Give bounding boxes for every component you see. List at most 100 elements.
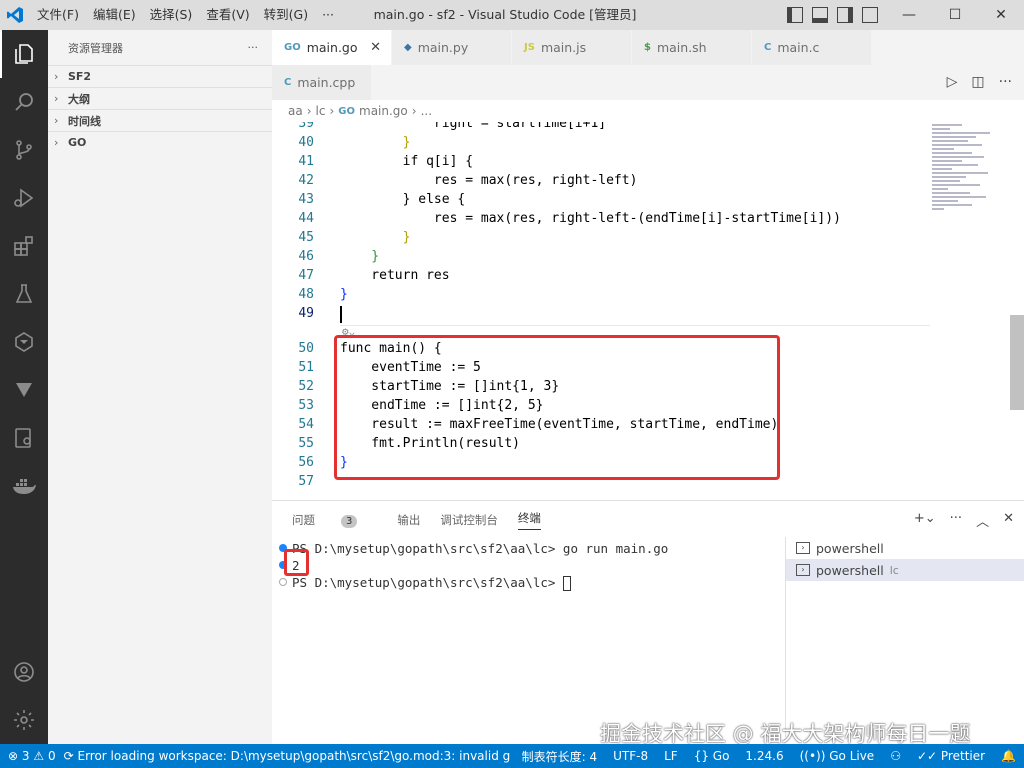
tab-output[interactable]: 输出 bbox=[397, 512, 420, 528]
menu-selection[interactable]: 选择(S) bbox=[143, 0, 200, 30]
section-label: 大纲 bbox=[68, 92, 90, 106]
encoding-status[interactable]: UTF-8 bbox=[613, 749, 648, 763]
extensions-icon[interactable] bbox=[0, 222, 48, 270]
terminal-name: powershell bbox=[816, 540, 884, 556]
minimap[interactable] bbox=[932, 122, 1012, 242]
settings-gear-icon[interactable] bbox=[0, 696, 48, 744]
code-line: res = max(res, right-left-(endTime[i]-st… bbox=[340, 211, 841, 226]
maximize-icon[interactable]: ☐ bbox=[932, 0, 978, 30]
panel-actions: +⌄ ··· ︿ ✕ bbox=[914, 511, 1014, 530]
tab-main-js[interactable]: JS main.js bbox=[512, 30, 632, 65]
terminal-list: › powershell › powershell lc bbox=[785, 537, 1024, 737]
status-bar: ⊗ 3 ⚠ 0 ⟳ Error loading workspace: D:\my… bbox=[0, 744, 1024, 768]
tab-label: main.cpp bbox=[297, 75, 356, 90]
toggle-primary-sidebar-icon[interactable] bbox=[787, 7, 803, 23]
docker-icon[interactable] bbox=[0, 462, 48, 510]
more-actions-icon[interactable]: ··· bbox=[950, 511, 962, 530]
status-bar-right: 制表符长度: 4 UTF-8 LF {} Go 1.24.6 ((•)) Go … bbox=[506, 744, 1024, 768]
tab-label: main.js bbox=[540, 40, 587, 55]
section-label: GO bbox=[68, 136, 87, 149]
problems-status[interactable]: ⊗ 3 ⚠ 0 bbox=[8, 749, 56, 763]
tab-main-c[interactable]: Cmain.c bbox=[752, 30, 872, 65]
broadcast-icon: ((•)) bbox=[799, 749, 826, 763]
breadcrumb: aa › lc › GO main.go › ... bbox=[272, 100, 1024, 122]
tab-main-sh[interactable]: $ main.sh bbox=[632, 30, 752, 65]
go-version-status[interactable]: 1.24.6 bbox=[745, 749, 783, 763]
tab-bar-row-2: Cmain.cpp ▷ ◫ ··· bbox=[272, 65, 1024, 100]
chevron-right-icon: › bbox=[54, 92, 59, 105]
language-status[interactable]: {} Go bbox=[694, 749, 730, 763]
toggle-secondary-sidebar-icon[interactable] bbox=[837, 7, 853, 23]
menu-edit[interactable]: 编辑(E) bbox=[86, 0, 143, 30]
tab-debug-console[interactable]: 调试控制台 bbox=[440, 512, 498, 528]
minimize-icon[interactable]: — bbox=[886, 0, 932, 30]
copilot-icon[interactable]: ⚇ bbox=[890, 749, 901, 763]
run-debug-icon[interactable] bbox=[0, 174, 48, 222]
section-outline[interactable]: › 大纲 bbox=[48, 87, 272, 109]
bottom-panel: 问题 3 输出 调试控制台 终端 +⌄ ··· ︿ ✕ PS D:\mysetup… bbox=[272, 500, 1024, 744]
notifications-bell-icon[interactable]: 🔔 bbox=[1001, 749, 1016, 763]
explorer-icon[interactable] bbox=[0, 30, 48, 78]
account-icon[interactable] bbox=[0, 648, 48, 696]
prettier-label: Prettier bbox=[940, 749, 986, 763]
maximize-panel-icon[interactable]: ︿ bbox=[976, 511, 989, 530]
section-go[interactable]: › GO bbox=[48, 131, 272, 153]
split-editor-icon[interactable]: ◫ bbox=[971, 74, 984, 90]
tab-main-py[interactable]: ◆ main.py bbox=[392, 30, 512, 65]
breadcrumb-item[interactable]: main.go bbox=[359, 104, 408, 118]
more-actions-icon[interactable]: ··· bbox=[999, 74, 1012, 90]
more-actions-icon[interactable]: ··· bbox=[248, 41, 259, 54]
gitlens-icon[interactable] bbox=[0, 366, 48, 414]
prettier-status[interactable]: ✓✓ Prettier bbox=[917, 749, 985, 763]
c-file-icon: C bbox=[764, 42, 772, 53]
eol-status[interactable]: LF bbox=[664, 749, 678, 763]
terminal-icon: › bbox=[796, 564, 810, 576]
chevron-right-icon: › bbox=[54, 114, 59, 127]
line-number: 47 bbox=[298, 268, 314, 283]
panel-tabs: 问题 3 输出 调试控制台 终端 bbox=[272, 501, 1024, 539]
terminal-instance[interactable]: › powershell bbox=[786, 537, 1024, 559]
close-window-icon[interactable]: ✕ bbox=[978, 0, 1024, 30]
line-number: 39 bbox=[298, 122, 314, 131]
terminal-instance[interactable]: › powershell lc bbox=[786, 559, 1024, 581]
tab-problems[interactable]: 问题 3 bbox=[292, 512, 377, 528]
remote-explorer-icon[interactable] bbox=[0, 318, 48, 366]
tab-main-go[interactable]: GO main.go ✕ bbox=[272, 30, 392, 65]
new-terminal-icon[interactable]: +⌄ bbox=[914, 511, 936, 530]
vscode-logo-icon bbox=[0, 0, 30, 30]
tab-main-cpp[interactable]: Cmain.cpp bbox=[272, 65, 372, 100]
testing-icon[interactable] bbox=[0, 270, 48, 318]
editor-scrollbar[interactable] bbox=[1010, 315, 1024, 410]
run-icon[interactable]: ▷ bbox=[947, 74, 958, 90]
breadcrumb-item[interactable]: ... bbox=[421, 104, 432, 118]
command-decoration-icon[interactable] bbox=[279, 578, 287, 586]
line-number: 49 bbox=[298, 306, 314, 321]
window-controls: — ☐ ✕ bbox=[886, 0, 1024, 30]
search-icon[interactable] bbox=[0, 78, 48, 126]
menu-go[interactable]: 转到(G) bbox=[257, 0, 315, 30]
problems-count-badge: 3 bbox=[341, 515, 358, 528]
section-workspace[interactable]: › SF2 bbox=[48, 65, 272, 87]
menu-view[interactable]: 查看(V) bbox=[199, 0, 256, 30]
breadcrumb-item[interactable]: aa bbox=[288, 104, 303, 118]
section-timeline[interactable]: › 时间线 bbox=[48, 109, 272, 131]
close-tab-icon[interactable]: ✕ bbox=[370, 40, 381, 55]
line-number: 43 bbox=[298, 192, 314, 207]
menu-file[interactable]: 文件(F) bbox=[30, 0, 86, 30]
line-number: 50 bbox=[298, 341, 314, 356]
current-line-highlight bbox=[340, 325, 930, 326]
menu-more[interactable]: ··· bbox=[315, 0, 341, 30]
go-live-status[interactable]: ((•)) Go Live bbox=[800, 749, 875, 763]
tab-size-status[interactable]: 制表符长度: 4 bbox=[522, 748, 598, 765]
breadcrumb-item[interactable]: lc bbox=[316, 104, 326, 118]
close-panel-icon[interactable]: ✕ bbox=[1003, 511, 1014, 530]
toggle-panel-icon[interactable] bbox=[812, 7, 828, 23]
source-control-icon[interactable] bbox=[0, 126, 48, 174]
terminal[interactable]: PS D:\mysetup\gopath\src\sf2\aa\lc> go r… bbox=[279, 541, 772, 592]
remote-icon[interactable] bbox=[0, 414, 48, 462]
tab-terminal[interactable]: 终端 bbox=[517, 510, 541, 530]
customize-layout-icon[interactable] bbox=[862, 7, 878, 23]
workspace-status[interactable]: ⟳ Error loading workspace: D:\mysetup\go… bbox=[64, 749, 511, 763]
chevron-right-icon: › bbox=[411, 104, 417, 118]
tab-bar: GO main.go ✕ ◆ main.py JS main.js $ main.sh C… bbox=[272, 30, 1024, 65]
